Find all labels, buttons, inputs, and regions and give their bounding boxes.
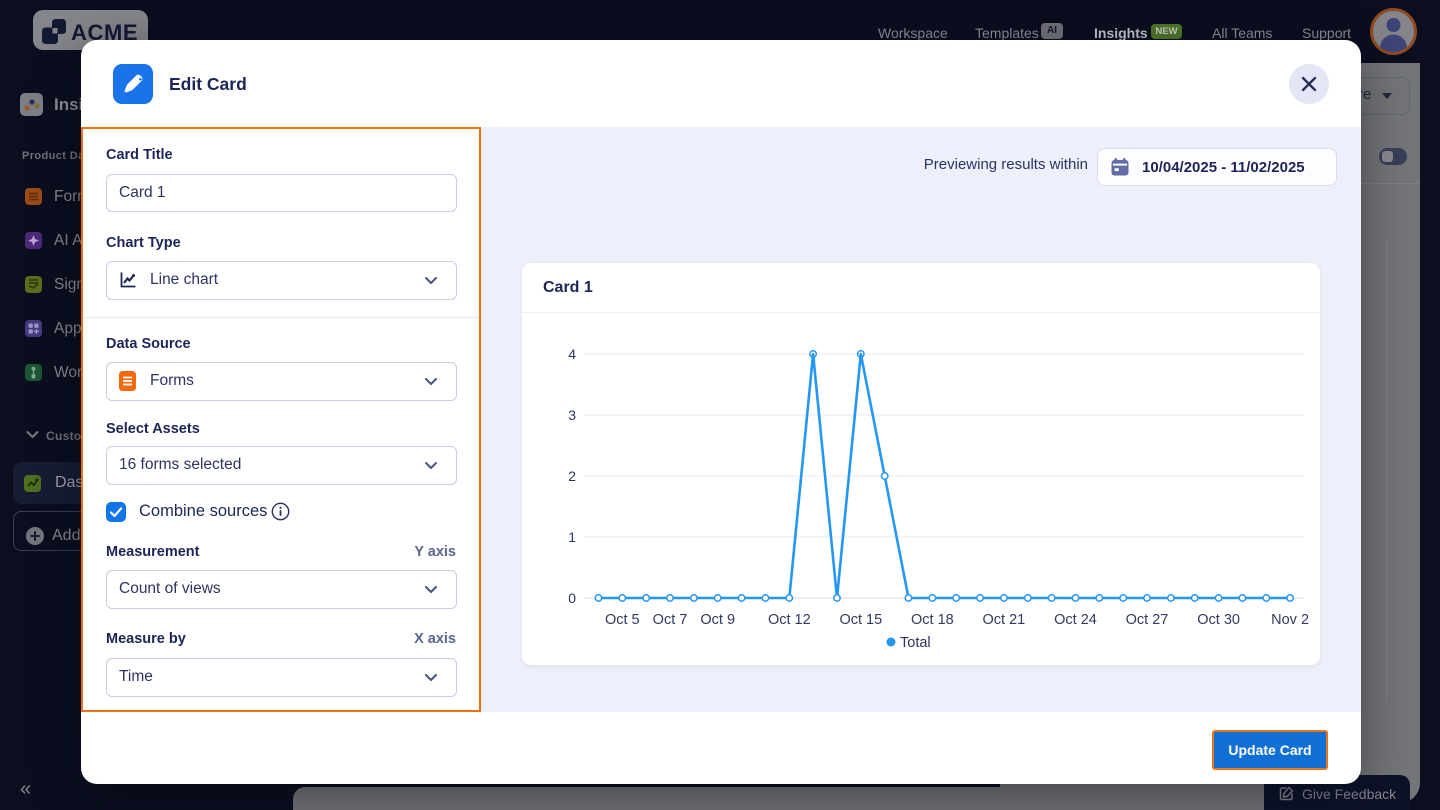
svg-text:Total: Total [900,635,931,651]
svg-text:Oct 27: Oct 27 [1126,612,1169,628]
svg-text:Oct 7: Oct 7 [653,612,688,628]
svg-text:Nov 2: Nov 2 [1271,612,1309,628]
svg-text:0: 0 [568,590,576,606]
svg-text:1: 1 [568,529,576,545]
svg-text:Oct 15: Oct 15 [839,612,882,628]
svg-text:Oct 21: Oct 21 [983,612,1026,628]
svg-text:Oct 9: Oct 9 [700,612,735,628]
svg-text:Oct 18: Oct 18 [911,612,954,628]
svg-text:2: 2 [568,468,576,484]
svg-text:Oct 30: Oct 30 [1197,612,1240,628]
svg-text:Oct 24: Oct 24 [1054,612,1097,628]
svg-text:3: 3 [568,407,576,423]
svg-text:Oct 5: Oct 5 [605,612,640,628]
svg-text:4: 4 [568,346,576,362]
svg-text:Oct 12: Oct 12 [768,612,811,628]
